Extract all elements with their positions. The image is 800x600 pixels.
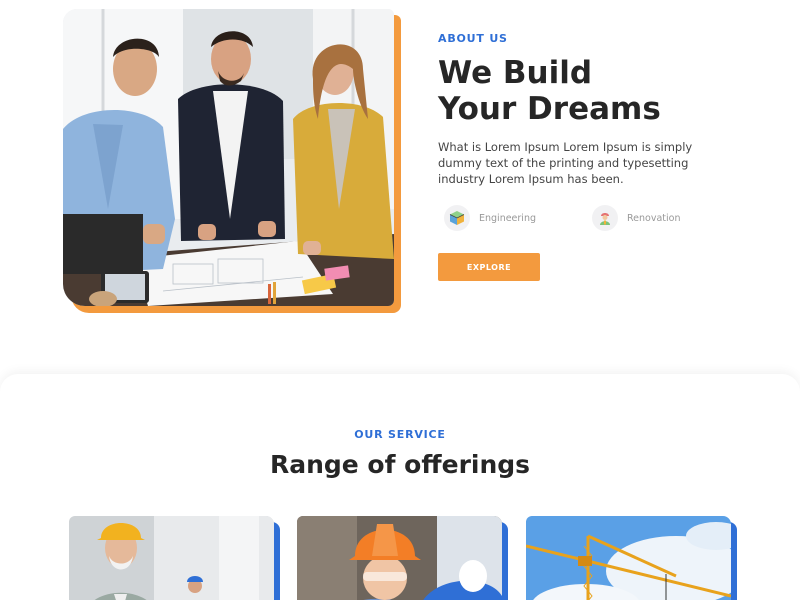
service-card[interactable]: [297, 516, 508, 600]
feature-list: Engineering Renovation: [438, 204, 738, 234]
feature-engineering: Engineering: [444, 204, 536, 232]
service-card-image: [69, 516, 274, 600]
feature-label: Engineering: [479, 212, 536, 224]
renovation-worker-icon: [592, 205, 618, 231]
about-text-block: ABOUT US We Build Your Dreams What is Lo…: [438, 32, 738, 281]
headline-line-1: We Build: [438, 55, 593, 91]
service-card-image: [297, 516, 502, 600]
about-section: ABOUT US We Build Your Dreams What is Lo…: [0, 0, 800, 370]
services-title: Range of offerings: [269, 450, 531, 479]
service-card[interactable]: [69, 516, 280, 600]
headline-line-2: Your Dreams: [438, 91, 661, 127]
feature-label: Renovation: [627, 212, 681, 224]
feature-renovation: Renovation: [592, 204, 681, 232]
team-photo-frame: [63, 9, 401, 313]
about-eyebrow: ABOUT US: [438, 32, 508, 45]
services-eyebrow: OUR SERVICE: [354, 428, 446, 441]
service-card[interactable]: [526, 516, 737, 600]
services-section: OUR SERVICE Range of offerings: [0, 374, 800, 600]
team-photo: [63, 9, 394, 306]
service-card-image: [526, 516, 731, 600]
engineering-cube-icon: [444, 205, 470, 231]
explore-button[interactable]: EXPLORE: [438, 253, 540, 281]
about-headline: We Build Your Dreams: [438, 55, 738, 127]
about-description: What is Lorem Ipsum Lorem Ipsum is simpl…: [438, 140, 693, 186]
